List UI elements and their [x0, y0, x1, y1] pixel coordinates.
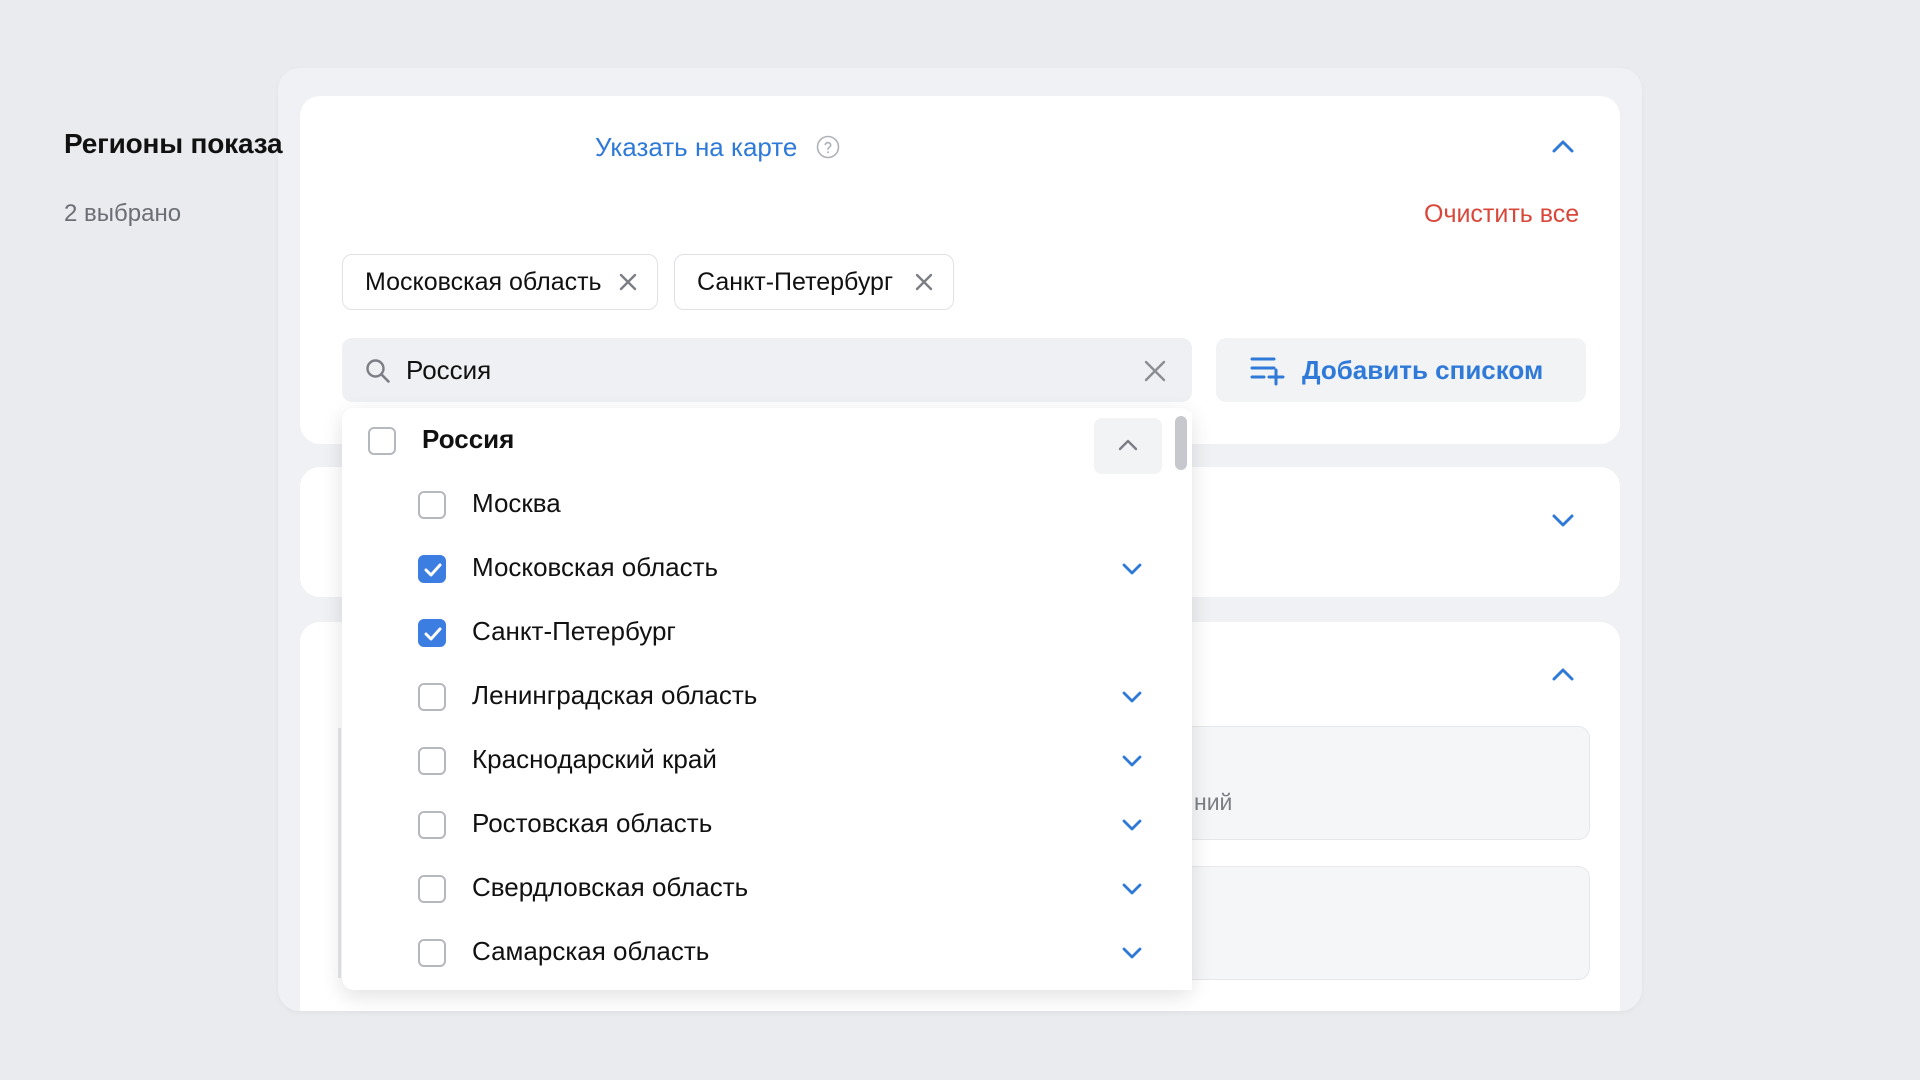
chevron-up-icon	[1118, 439, 1138, 451]
list-item[interactable]: Свердловская область	[342, 856, 1166, 920]
list-item[interactable]: Краснодарский край	[342, 728, 1166, 792]
section-title: Регионы показа	[64, 128, 283, 159]
list-item[interactable]: Санкт-Петербург	[342, 600, 1166, 664]
checkmark-icon	[424, 627, 442, 641]
region-dropdown-list: Россия Москва Московская область Санкт-П…	[342, 408, 1192, 990]
input-border-fragment	[338, 728, 341, 978]
add-as-list-button[interactable]: Добавить списком	[1216, 338, 1586, 402]
remove-chip-close-icon[interactable]	[617, 271, 639, 293]
selected-region-chip: Санкт-Петербург	[674, 254, 954, 310]
region-label: Ленинградская область	[472, 680, 758, 710]
region-checkbox[interactable]	[368, 427, 396, 455]
expand-chevron-down-icon[interactable]	[1117, 874, 1147, 904]
expand-chevron-down-icon[interactable]	[1117, 554, 1147, 584]
list-item[interactable]: Москва	[342, 472, 1166, 536]
region-checkbox[interactable]	[418, 491, 446, 519]
region-checkbox[interactable]	[418, 875, 446, 903]
list-item[interactable]: Ленинградская область	[342, 664, 1166, 728]
chip-label: Санкт-Петербург	[697, 267, 894, 296]
list-item[interactable]: Ростовская область	[342, 792, 1166, 856]
dropdown-scrollbar-track[interactable]	[1166, 412, 1192, 990]
help-icon[interactable]	[816, 135, 840, 159]
collapse-group-button[interactable]	[1094, 418, 1162, 474]
region-label: Свердловская область	[472, 872, 749, 902]
collapse-section-chevron-up-icon[interactable]	[1548, 132, 1578, 162]
region-checkbox-checked[interactable]	[418, 619, 446, 647]
add-list-label: Добавить списком	[1302, 354, 1544, 385]
chip-label: Московская область	[365, 267, 602, 296]
expand-section-chevron-down-icon[interactable]	[1548, 505, 1578, 535]
region-label: Санкт-Петербург	[472, 616, 676, 646]
expand-chevron-down-icon[interactable]	[1117, 810, 1147, 840]
region-checkbox-checked[interactable]	[418, 555, 446, 583]
clear-all-button[interactable]: Очистить все	[1424, 200, 1579, 229]
region-label: Ростовская область	[472, 808, 713, 838]
region-checkbox[interactable]	[418, 939, 446, 967]
list-item[interactable]: Самарская область	[342, 920, 1166, 984]
region-checkbox[interactable]	[418, 811, 446, 839]
region-label: Краснодарский край	[472, 744, 717, 774]
checkmark-icon	[424, 563, 442, 577]
expand-chevron-down-icon[interactable]	[1117, 682, 1147, 712]
list-item[interactable]: Московская область	[342, 536, 1166, 600]
remove-chip-close-icon[interactable]	[913, 271, 935, 293]
region-checkbox[interactable]	[418, 683, 446, 711]
search-icon	[366, 359, 390, 383]
selected-count: 2 выбрано	[64, 200, 182, 227]
dropdown-scrollbar-thumb[interactable]	[1175, 416, 1187, 470]
collapse-section-chevron-up-icon[interactable]	[1548, 660, 1578, 690]
field-partial-text: ний	[1194, 789, 1233, 815]
region-label: Самарская область	[472, 936, 710, 966]
expand-chevron-down-icon[interactable]	[1117, 938, 1147, 968]
region-label: Россия	[422, 424, 515, 454]
text-field[interactable]	[1150, 866, 1590, 980]
text-field[interactable]	[1150, 726, 1590, 840]
region-search-input[interactable]: Россия	[342, 338, 1192, 402]
clear-search-close-icon[interactable]	[1142, 358, 1168, 384]
region-label: Москва	[472, 488, 561, 518]
show-on-map-link[interactable]: Указать на карте	[595, 132, 797, 163]
expand-chevron-down-icon[interactable]	[1117, 746, 1147, 776]
region-label: Московская область	[472, 552, 719, 582]
search-value[interactable]: Россия	[406, 355, 491, 386]
list-item-parent-region[interactable]: Россия	[342, 408, 1166, 474]
region-checkbox[interactable]	[418, 747, 446, 775]
add-list-icon	[1250, 357, 1285, 386]
selected-region-chip: Московская область	[342, 254, 658, 310]
